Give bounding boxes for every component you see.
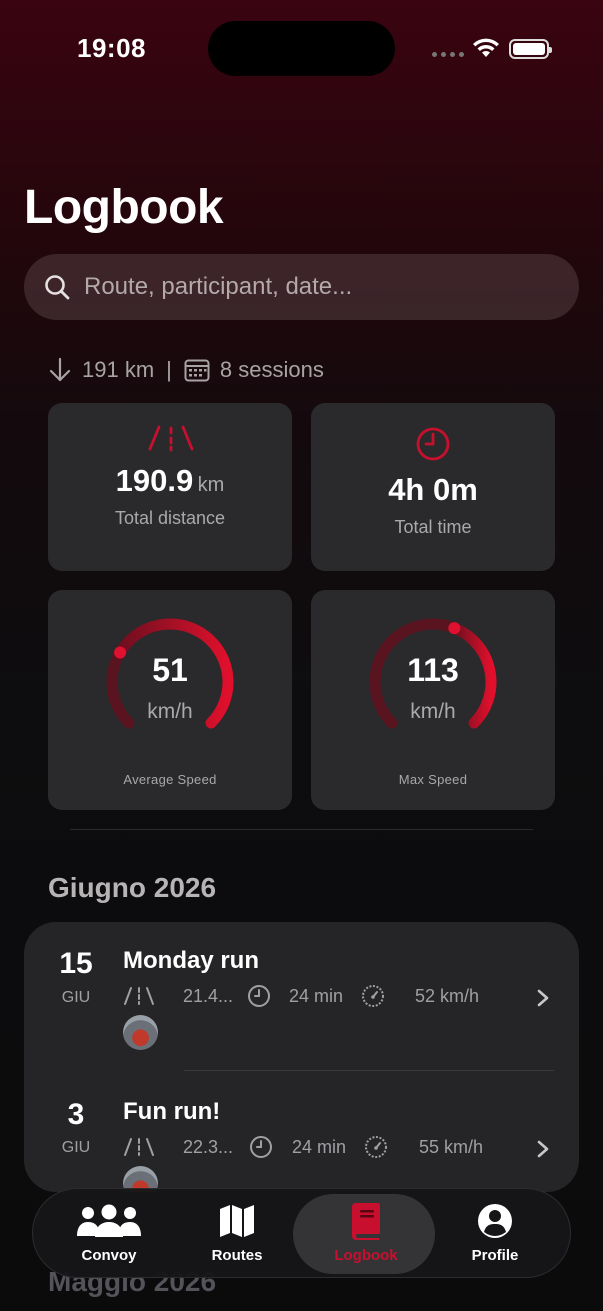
road-icon: [124, 1138, 154, 1156]
entry-speed: 55 km/h: [419, 1136, 484, 1157]
entry-distance: 22.3...: [183, 1136, 234, 1157]
tab-label: Logbook: [334, 1247, 398, 1264]
search-input[interactable]: [84, 273, 524, 301]
speedometer-icon: [362, 985, 384, 1007]
battery-icon: [509, 39, 552, 59]
average-speed-value: 51: [152, 652, 188, 688]
max-speed-unit: km/h: [410, 700, 456, 723]
tab-logbook[interactable]: Logbook: [293, 1189, 435, 1279]
total-distance-value: 190.9: [115, 463, 194, 498]
status-bar: 19:08: [0, 0, 603, 96]
entry-stats: 21.4... 24 min 52 km/h: [123, 983, 479, 1009]
entry-day: 15: [59, 947, 93, 980]
people-icon: [77, 1204, 141, 1237]
total-time-value: 4h 0m: [388, 472, 478, 507]
chevron-right-icon: [537, 1140, 549, 1158]
tab-profile[interactable]: Profile: [430, 1189, 560, 1279]
clock-icon: [248, 985, 270, 1007]
entry-distance: 21.4...: [183, 985, 234, 1006]
total-distance-card: 190.9 km Total distance: [48, 403, 292, 571]
section-title-giugno: Giugno 2026: [48, 872, 217, 903]
participant-avatar: [123, 1015, 158, 1050]
book-icon: [352, 1203, 380, 1240]
arrow-down-icon: [49, 357, 71, 382]
summary-row: 191 km | 8 sessions: [48, 352, 324, 388]
signal-icon: [432, 52, 464, 57]
average-speed-unit: km/h: [147, 700, 193, 723]
summary-sessions: 8 sessions: [219, 357, 324, 382]
page-title: Logbook: [24, 181, 224, 234]
row-divider: [184, 1070, 554, 1071]
road-icon: [124, 987, 154, 1005]
tab-label: Routes: [211, 1247, 263, 1264]
logbook-list: 15 GIU Monday run 21.4... 24 min 52 km/h…: [24, 922, 579, 1192]
max-speed-label: Max Speed: [398, 772, 468, 787]
average-speed-label: Average Speed: [123, 772, 217, 787]
tab-label: Convoy: [81, 1247, 137, 1264]
tab-label: Profile: [471, 1247, 519, 1264]
total-distance-label: Total distance: [114, 508, 226, 528]
tab-routes[interactable]: Routes: [172, 1189, 302, 1279]
speedometer-icon: [365, 1136, 387, 1158]
entry-month: GIU: [61, 1139, 91, 1156]
road-icon: [148, 425, 194, 452]
tab-bar: Convoy Routes Logbook Profile: [32, 1188, 571, 1278]
entry-stats: 22.3... 24 min 55 km/h: [123, 1134, 483, 1160]
max-speed-value: 113: [407, 652, 459, 688]
max-speed-card: 113 km/h Max Speed: [311, 590, 555, 810]
search-icon: [45, 275, 70, 300]
person-icon: [478, 1204, 512, 1238]
total-time-card: 4h 0m Total time: [311, 403, 555, 571]
log-entry[interactable]: 3 GIU Fun run! 22.3... 24 min 55 km/h: [24, 1072, 579, 1192]
average-speed-card: 51 km/h Average Speed: [48, 590, 292, 810]
summary-separator: |: [166, 357, 172, 382]
clock-icon: [250, 1136, 272, 1158]
entry-month: GIU: [61, 989, 91, 1006]
dynamic-island: [208, 21, 395, 76]
entry-title: Monday run: [123, 947, 259, 974]
wifi-icon: [473, 38, 499, 57]
log-entry[interactable]: 15 GIU Monday run 21.4... 24 min 52 km/h: [24, 922, 579, 1072]
total-time-label: Total time: [394, 517, 472, 537]
summary-distance: 191 km: [82, 357, 155, 382]
clock-icon: [416, 427, 450, 461]
chevron-right-icon: [537, 989, 549, 1007]
divider: [70, 829, 533, 830]
entry-speed: 52 km/h: [415, 985, 480, 1006]
entry-day: 3: [67, 1098, 85, 1131]
tab-convoy[interactable]: Convoy: [44, 1189, 174, 1279]
calendar-icon: [184, 359, 210, 382]
entry-title: Fun run!: [123, 1098, 221, 1125]
total-distance-unit: km: [197, 474, 225, 496]
entry-duration: 24 min: [292, 1136, 347, 1157]
entry-duration: 24 min: [289, 985, 344, 1006]
status-time: 19:08: [77, 33, 146, 63]
search-bar[interactable]: [24, 254, 579, 320]
map-icon: [220, 1205, 254, 1237]
